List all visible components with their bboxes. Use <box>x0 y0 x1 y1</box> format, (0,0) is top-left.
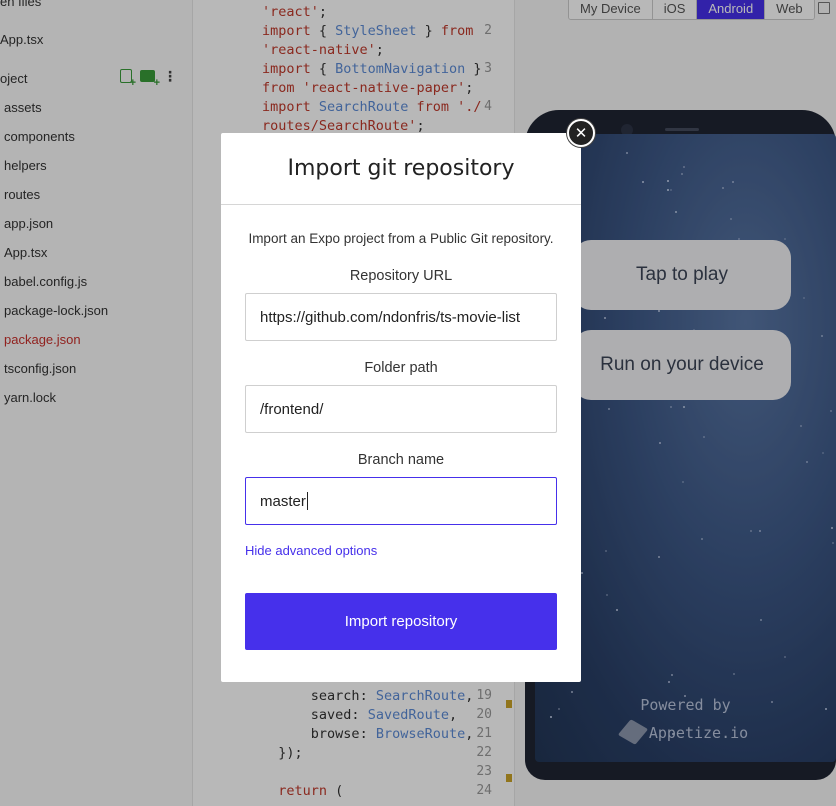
dialog-description: Import an Expo project from a Public Git… <box>248 231 554 246</box>
dialog-header: Import git repository <box>221 133 581 205</box>
folder-path-label: Folder path <box>364 360 438 376</box>
branch-name-value: master <box>260 492 306 510</box>
repo-url-value: https://github.com/ndonfris/ts-movie-lis… <box>260 308 521 326</box>
branch-name-label: Branch name <box>357 452 445 468</box>
folder-path-input[interactable]: /frontend/ <box>245 385 557 433</box>
close-icon[interactable]: ✕ <box>567 119 595 147</box>
repo-url-input[interactable]: https://github.com/ndonfris/ts-movie-lis… <box>245 293 557 341</box>
hide-advanced-options-link[interactable]: Hide advanced options <box>245 543 377 558</box>
import-repository-button[interactable]: Import repository <box>245 593 557 650</box>
dialog-title: Import git repository <box>287 156 515 181</box>
branch-name-input[interactable]: master <box>245 477 557 525</box>
repo-url-label: Repository URL <box>349 268 453 284</box>
text-caret <box>306 492 308 510</box>
folder-path-value: /frontend/ <box>260 400 324 418</box>
import-git-dialog: Import git repository Import an Expo pro… <box>221 133 581 682</box>
